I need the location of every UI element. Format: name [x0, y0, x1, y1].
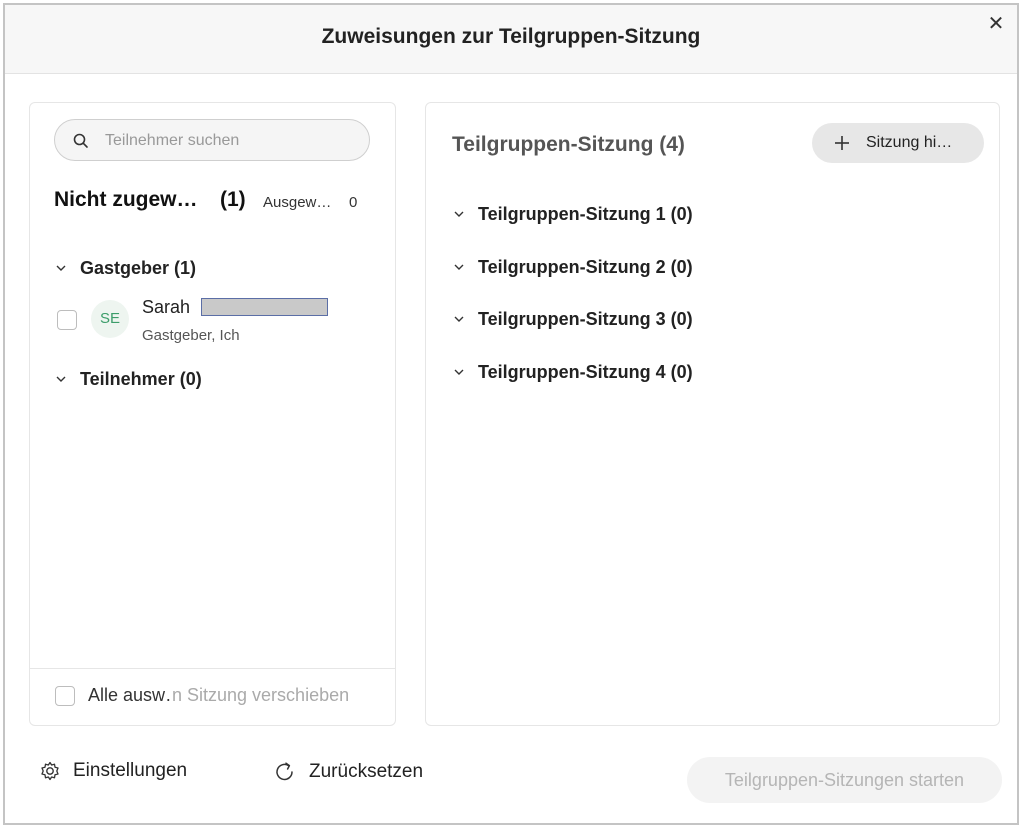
chevron-down-icon [56, 265, 66, 271]
refresh-icon [276, 762, 293, 781]
move-to-session-button[interactable]: n Sitzung verschieben [170, 685, 350, 706]
group-hosts-toggle[interactable]: Gastgeber (1) [54, 256, 196, 280]
chevron-down-icon [454, 211, 464, 217]
chevron-down-icon [454, 316, 464, 322]
session-label: Teilgruppen-Sitzung 4 (0) [478, 361, 693, 382]
add-session-label: Sitzung hi… [866, 134, 953, 151]
chevron-down-icon [454, 369, 464, 375]
participant-search[interactable] [54, 119, 370, 161]
session-label: Teilgruppen-Sitzung 2 (0) [478, 256, 693, 277]
dialog-header: Zuweisungen zur Teilgruppen-Sitzung ✕ [5, 5, 1017, 74]
dialog-title: Zuweisungen zur Teilgruppen-Sitzung [321, 25, 701, 48]
start-sessions-button[interactable]: Teilgruppen-Sitzungen starten [687, 757, 1002, 803]
unassigned-panel: Nicht zugew… (1) Ausgew… 0 Gastgeber (1)… [29, 102, 396, 726]
unassigned-count: (1) [220, 188, 246, 211]
settings-button[interactable]: Einstellungen [39, 760, 187, 782]
settings-label: Einstellungen [73, 760, 188, 781]
session-label: Teilgruppen-Sitzung 1 (0) [478, 203, 693, 224]
group-hosts-label: Gastgeber (1) [80, 257, 197, 278]
selected-label: Ausgew… [263, 194, 332, 211]
avatar: SE [91, 300, 129, 338]
selected-count: 0 [349, 194, 358, 211]
reset-label: Zurücksetzen [309, 761, 424, 782]
select-all-checkbox[interactable] [55, 686, 75, 706]
add-session-button[interactable]: Sitzung hi… [812, 123, 984, 163]
participant-role: Gastgeber, Ich [142, 327, 240, 344]
breakout-assignment-dialog: Zuweisungen zur Teilgruppen-Sitzung ✕ Ni… [3, 3, 1019, 825]
chevron-down-icon [454, 264, 464, 270]
reset-button[interactable]: Zurücksetzen [273, 760, 423, 784]
participant-name: Sarah [142, 297, 191, 317]
search-input[interactable] [103, 130, 357, 152]
search-icon [73, 133, 88, 148]
close-icon[interactable]: ✕ [985, 13, 1007, 35]
session-4-toggle[interactable]: Teilgruppen-Sitzung 4 (0) [452, 360, 693, 384]
select-all-label: Alle ausw… [88, 685, 184, 705]
participant-checkbox[interactable] [57, 310, 77, 330]
group-participants-label: Teilnehmer (0) [80, 368, 202, 389]
unassigned-title: Nicht zugew… [54, 188, 198, 211]
session-label: Teilgruppen-Sitzung 3 (0) [478, 308, 693, 329]
sessions-title: Teilgruppen-Sitzung (4) [452, 133, 685, 156]
left-panel-footer: Alle ausw… n Sitzung verschieben [30, 668, 395, 725]
gear-icon [41, 761, 59, 781]
redacted-surname [201, 298, 328, 316]
plus-icon [835, 136, 849, 150]
session-3-toggle[interactable]: Teilgruppen-Sitzung 3 (0) [452, 307, 693, 331]
chevron-down-icon [56, 376, 66, 382]
session-2-toggle[interactable]: Teilgruppen-Sitzung 2 (0) [452, 255, 693, 279]
session-1-toggle[interactable]: Teilgruppen-Sitzung 1 (0) [452, 202, 693, 226]
group-participants-toggle[interactable]: Teilnehmer (0) [54, 367, 202, 391]
sessions-panel: Teilgruppen-Sitzung (4) Sitzung hi… Teil… [425, 102, 1000, 726]
